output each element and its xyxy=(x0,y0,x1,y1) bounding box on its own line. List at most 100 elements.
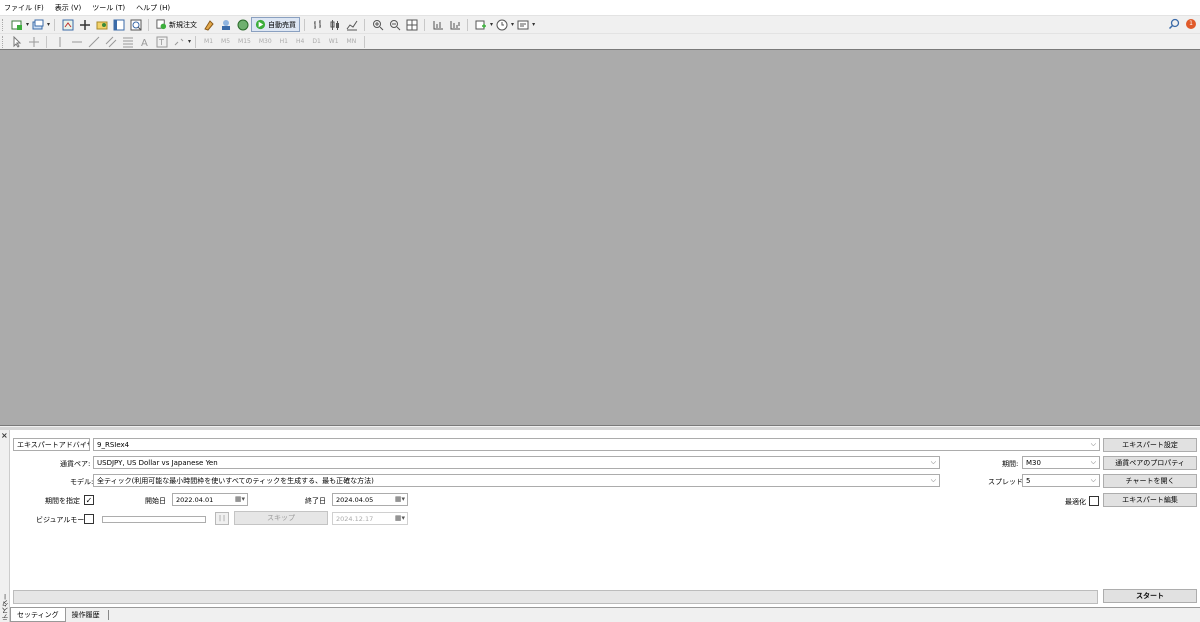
chart-workspace xyxy=(0,49,1200,426)
arrows-dropdown-icon[interactable]: ▾ xyxy=(188,38,191,45)
from-date-picker[interactable]: 2022.04.01 ▦▾ xyxy=(172,493,248,506)
menu-bar: ファイル (F) 表示 (V) ツール (T) ヘルプ (H) xyxy=(0,0,1200,15)
standard-toolbar: ▾ ▾ 新規注文 自動売買 ▾ ▾ ▾ xyxy=(0,15,1200,33)
calendar-icon: ▦▾ xyxy=(234,495,245,503)
from-date-label: 開始日 xyxy=(145,497,166,505)
use-date-label: 期間を指定 xyxy=(45,497,80,505)
channel-icon[interactable] xyxy=(104,35,117,48)
toolbar-grip xyxy=(2,18,5,31)
calendar-icon: ▦▾ xyxy=(394,495,405,503)
timeframe-m1[interactable]: M1 xyxy=(204,38,213,45)
auto-scroll-icon[interactable] xyxy=(448,18,461,31)
horizontal-line-icon[interactable] xyxy=(70,35,83,48)
tester-side-strip: × テスター xyxy=(0,430,10,622)
optimization-label: 最適化 xyxy=(1065,498,1086,506)
spread-select[interactable]: 5 ⌵ xyxy=(1022,474,1100,487)
templates-dropdown-icon[interactable]: ▾ xyxy=(532,21,535,28)
periods-icon[interactable] xyxy=(495,18,508,31)
trendline-icon[interactable] xyxy=(87,35,100,48)
zoom-in-icon[interactable] xyxy=(371,18,384,31)
timeframe-h4[interactable]: H4 xyxy=(296,38,304,45)
tester-side-label: テスター xyxy=(1,593,9,621)
profiles-dropdown-icon[interactable]: ▾ xyxy=(47,21,50,28)
pause-button[interactable]: | | xyxy=(215,512,229,525)
expert-properties-button[interactable]: エキスパート設定 xyxy=(1103,438,1197,452)
community-icon[interactable] xyxy=(236,18,249,31)
meta-editor-icon[interactable] xyxy=(202,18,215,31)
auto-trading-button[interactable]: 自動売買 xyxy=(251,17,301,32)
chevron-down-icon: ⌵ xyxy=(1090,440,1096,448)
market-watch-icon[interactable] xyxy=(61,18,74,31)
signals-icon[interactable] xyxy=(219,18,232,31)
notification-badge[interactable]: 1 xyxy=(1186,18,1196,29)
svg-text:A: A xyxy=(141,38,148,48)
tab-journal[interactable]: 操作履歴 xyxy=(66,608,106,622)
tile-windows-icon[interactable] xyxy=(405,18,418,31)
menu-tools[interactable]: ツール (T) xyxy=(92,3,125,13)
line-chart-icon[interactable] xyxy=(345,18,358,31)
templates-icon[interactable] xyxy=(516,18,529,31)
model-label: モデル: xyxy=(70,478,94,486)
indicators-dropdown-icon[interactable]: ▾ xyxy=(490,21,493,28)
strategy-tester-panel: × テスター エキスパートアドバイザ ⌵ 9_RSIex4 ⌵ エキスパート設定 通… xyxy=(0,427,1200,622)
timeframe-m30[interactable]: M30 xyxy=(259,38,272,45)
profiles-icon[interactable] xyxy=(31,18,44,31)
periods-dropdown-icon[interactable]: ▾ xyxy=(511,21,514,28)
timeframe-m15[interactable]: M15 xyxy=(238,38,251,45)
timeframe-m5[interactable]: M5 xyxy=(221,38,230,45)
symbol-select[interactable]: USDJPY, US Dollar vs Japanese Yen ⌵ xyxy=(93,456,940,469)
svg-text:T: T xyxy=(158,38,164,47)
timeframe-w1[interactable]: W1 xyxy=(329,38,339,45)
candlestick-icon[interactable] xyxy=(328,18,341,31)
optimization-checkbox[interactable] xyxy=(1089,496,1099,506)
skip-to-button[interactable]: スキップ xyxy=(234,511,328,525)
program-type-select[interactable]: エキスパートアドバイザ ⌵ xyxy=(13,438,90,451)
terminal-icon[interactable] xyxy=(112,18,125,31)
modify-expert-button[interactable]: エキスパート編集 xyxy=(1103,493,1197,507)
visual-speed-slider[interactable] xyxy=(102,516,206,523)
period-select[interactable]: M30 ⌵ xyxy=(1022,456,1100,469)
new-order-button[interactable]: 新規注文 xyxy=(153,17,200,32)
menu-view[interactable]: 表示 (V) xyxy=(55,3,81,13)
period-label: 期間: xyxy=(1002,460,1019,468)
zoom-out-icon[interactable] xyxy=(388,18,401,31)
model-select[interactable]: 全ティック(利用可能な最小時間枠を使いすべてのティックを生成する、最も正確な方法… xyxy=(93,474,940,487)
new-chart-icon[interactable] xyxy=(10,18,23,31)
open-chart-button[interactable]: チャートを開く xyxy=(1103,474,1197,488)
text-icon[interactable]: A xyxy=(138,35,151,48)
chevron-down-icon: ⌵ xyxy=(930,476,936,484)
search-icon[interactable] xyxy=(1167,17,1180,30)
start-button[interactable]: スタート xyxy=(1103,589,1197,603)
expert-select[interactable]: 9_RSIex4 ⌵ xyxy=(93,438,1100,451)
arrows-icon[interactable] xyxy=(172,35,185,48)
fibonacci-icon[interactable] xyxy=(121,35,134,48)
menu-file[interactable]: ファイル (F) xyxy=(4,3,44,13)
symbol-properties-button[interactable]: 通貨ペアのプロパティ xyxy=(1103,456,1197,470)
visual-mode-checkbox[interactable] xyxy=(84,514,94,524)
timeframe-d1[interactable]: D1 xyxy=(312,38,320,45)
spread-label: スプレッド: xyxy=(988,478,1026,486)
menu-help[interactable]: ヘルプ (H) xyxy=(136,3,170,13)
calendar-icon: ▦▾ xyxy=(394,514,405,522)
bar-chart-icon[interactable] xyxy=(311,18,324,31)
data-window-icon[interactable] xyxy=(78,18,91,31)
skip-date-picker[interactable]: 2024.12.17 ▦▾ xyxy=(332,512,408,525)
tab-settings[interactable]: セッティング xyxy=(10,608,66,622)
close-icon[interactable]: × xyxy=(1,431,8,440)
text-label-icon[interactable]: T xyxy=(155,35,168,48)
timeframe-h1[interactable]: H1 xyxy=(280,38,288,45)
top-right-area: 1 xyxy=(1165,17,1196,30)
strategy-tester-icon[interactable] xyxy=(129,18,142,31)
symbol-label: 通貨ペア: xyxy=(60,460,91,468)
to-date-picker[interactable]: 2024.04.05 ▦▾ xyxy=(332,493,408,506)
use-date-checkbox[interactable]: ✓ xyxy=(84,495,94,505)
navigator-icon[interactable] xyxy=(95,18,108,31)
crosshair-icon[interactable] xyxy=(27,35,40,48)
chevron-down-icon: ⌵ xyxy=(930,458,936,466)
vertical-line-icon[interactable] xyxy=(53,35,66,48)
cursor-icon[interactable] xyxy=(10,35,23,48)
chart-shift-icon[interactable] xyxy=(431,18,444,31)
new-chart-dropdown-icon[interactable]: ▾ xyxy=(26,21,29,28)
timeframe-mn[interactable]: MN xyxy=(347,38,357,45)
indicators-icon[interactable] xyxy=(474,18,487,31)
